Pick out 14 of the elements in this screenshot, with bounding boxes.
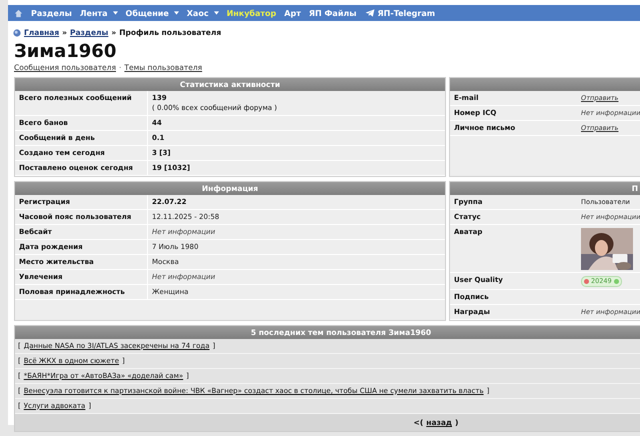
paper-plane-icon[interactable] [364, 9, 375, 17]
nav-link[interactable]: Хаос [186, 8, 219, 18]
globe-icon [13, 28, 21, 36]
caret-icon [112, 11, 118, 15]
home-icon[interactable] [14, 8, 23, 18]
caret-icon [214, 11, 219, 15]
nav-link[interactable]: Арт [284, 8, 301, 18]
profile-name: Зима1960 [14, 42, 118, 62]
nav-link[interactable]: ЯП Файлы [308, 8, 357, 18]
nav-link[interactable]: ЯП-Telegram [378, 8, 436, 18]
nav-link[interactable]: Разделы [31, 8, 72, 18]
nav-link[interactable]: Лента [80, 8, 118, 18]
nav-link[interactable]: Общение [126, 8, 179, 18]
caret-icon [174, 11, 179, 15]
